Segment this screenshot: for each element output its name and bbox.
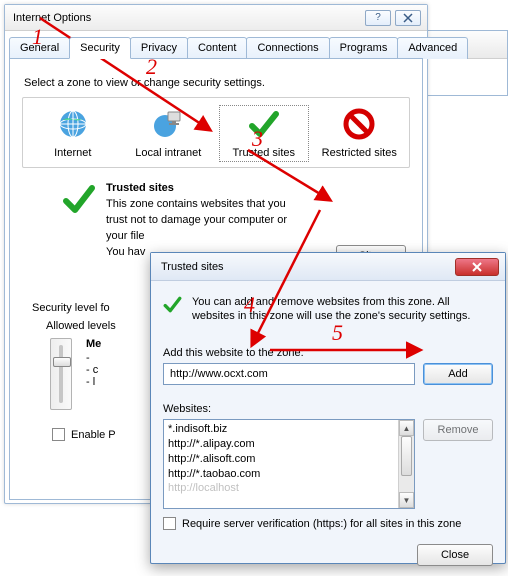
list-item[interactable]: http://localhost bbox=[168, 481, 394, 496]
scroll-up-icon[interactable]: ▲ bbox=[399, 420, 414, 436]
security-level-text: Me - - c - l bbox=[86, 338, 101, 388]
internet-options-titlebar: Internet Options ? bbox=[5, 5, 427, 31]
trusted-sites-title: Trusted sites bbox=[161, 261, 224, 273]
globe-icon bbox=[57, 108, 89, 140]
list-item[interactable]: http://*.taobao.com bbox=[168, 467, 394, 482]
tab-security[interactable]: Security bbox=[69, 37, 131, 59]
scroll-down-icon[interactable]: ▼ bbox=[399, 492, 414, 508]
zone-restricted-sites[interactable]: Restricted sites bbox=[317, 108, 401, 159]
enable-protected-mode-checkbox[interactable] bbox=[52, 428, 65, 441]
close-button[interactable] bbox=[455, 258, 499, 276]
list-item[interactable]: *.indisoft.biz bbox=[168, 422, 394, 437]
require-https-checkbox[interactable] bbox=[163, 517, 176, 530]
zone-instruction: Select a zone to view or change security… bbox=[24, 77, 410, 89]
close-button[interactable] bbox=[395, 10, 421, 26]
tabstrip: General Security Privacy Content Connect… bbox=[9, 37, 423, 59]
zone-internet[interactable]: Internet bbox=[31, 108, 115, 159]
zone-description-heading: Trusted sites bbox=[106, 182, 174, 194]
trusted-sites-body: You can add and remove websites from thi… bbox=[151, 281, 505, 576]
tab-content[interactable]: Content bbox=[187, 37, 248, 59]
intranet-icon bbox=[152, 108, 184, 140]
help-button[interactable]: ? bbox=[365, 10, 391, 26]
scroll-thumb[interactable] bbox=[401, 436, 412, 476]
trusted-sites-dialog: Trusted sites You can add and remove web… bbox=[150, 252, 506, 564]
zone-local-intranet[interactable]: Local intranet bbox=[126, 108, 210, 159]
close-dialog-button[interactable]: Close bbox=[417, 544, 493, 566]
require-https-label: Require server verification (https:) for… bbox=[182, 518, 461, 530]
trusted-sites-titlebar: Trusted sites bbox=[151, 253, 505, 281]
websites-listbox[interactable]: *.indisoft.biz http://*.alipay.com http:… bbox=[163, 419, 415, 509]
websites-label: Websites: bbox=[163, 403, 493, 415]
trusted-sites-intro: You can add and remove websites from thi… bbox=[192, 295, 493, 329]
zone-internet-label: Internet bbox=[31, 147, 115, 159]
zone-trusted-sites[interactable]: Trusted sites bbox=[222, 108, 306, 159]
tab-advanced[interactable]: Advanced bbox=[397, 37, 468, 59]
add-website-label: Add this website to the zone: bbox=[163, 347, 493, 359]
check-icon bbox=[62, 182, 96, 216]
security-level-slider[interactable] bbox=[50, 338, 72, 410]
list-item[interactable]: http://*.alipay.com bbox=[168, 437, 394, 452]
remove-button: Remove bbox=[423, 419, 493, 441]
zone-restricted-sites-label: Restricted sites bbox=[317, 147, 401, 159]
zone-trusted-sites-label: Trusted sites bbox=[222, 147, 306, 159]
tab-connections[interactable]: Connections bbox=[246, 37, 329, 59]
window-buttons: ? bbox=[365, 10, 421, 26]
zone-local-intranet-label: Local intranet bbox=[126, 147, 210, 159]
scrollbar[interactable]: ▲ ▼ bbox=[398, 420, 414, 508]
tab-privacy[interactable]: Privacy bbox=[130, 37, 188, 59]
list-item[interactable]: http://*.alisoft.com bbox=[168, 452, 394, 467]
zone-description-text: Trusted sites This zone contains website… bbox=[106, 182, 287, 262]
check-icon bbox=[163, 295, 182, 329]
internet-options-title: Internet Options bbox=[13, 12, 91, 24]
check-icon bbox=[248, 108, 280, 140]
add-website-input[interactable] bbox=[163, 363, 415, 385]
add-button[interactable]: Add bbox=[423, 363, 493, 385]
tab-programs[interactable]: Programs bbox=[329, 37, 399, 59]
zone-list: Internet Local intranet Trusted sites Re… bbox=[22, 97, 410, 168]
tab-general[interactable]: General bbox=[9, 37, 70, 59]
restricted-icon bbox=[343, 108, 375, 140]
enable-protected-mode-label: Enable P bbox=[71, 429, 116, 441]
